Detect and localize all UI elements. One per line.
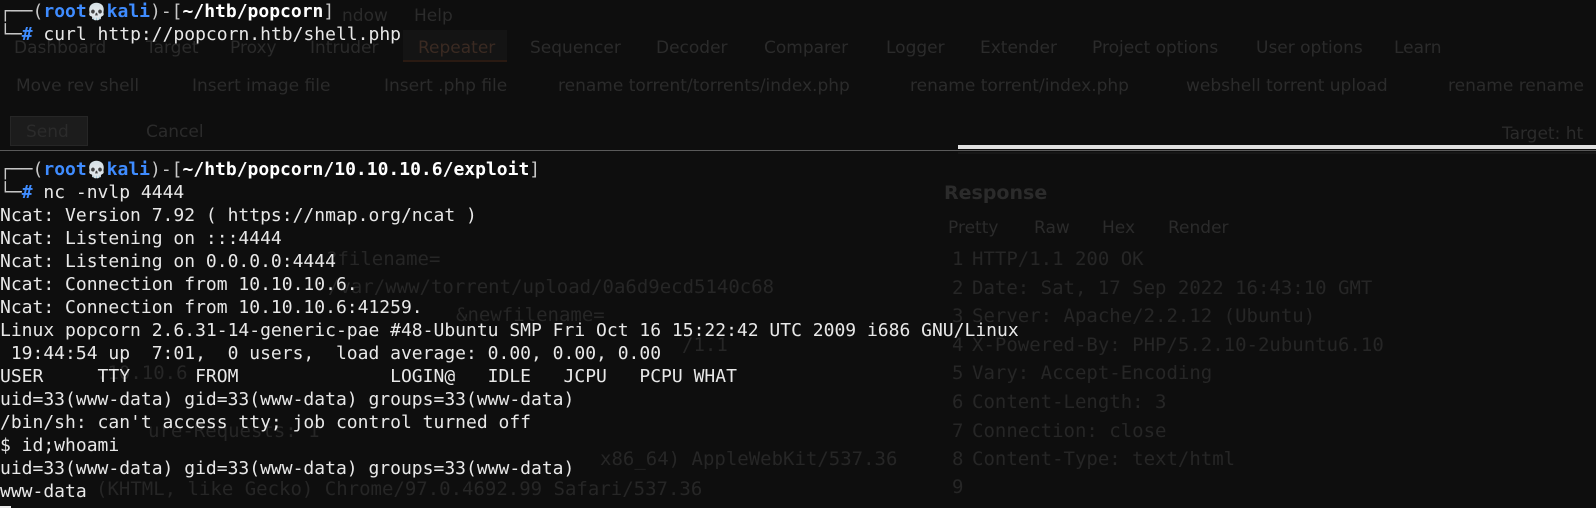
prompt-host: kali — [106, 1, 150, 22]
prompt-path: ~/htb/popcorn — [182, 1, 324, 22]
command-line: └─# curl http://popcorn.htb/shell.php — [0, 23, 401, 46]
output-line: Ncat: Connection from 10.10.10.6. — [0, 274, 358, 295]
prompt-hash: # — [21, 182, 33, 203]
prompt-box-end: ] — [323, 1, 335, 22]
command-text: nc -nvlp 4444 — [43, 182, 185, 203]
prompt-box-corner: ┌──( — [0, 159, 44, 180]
cursor-line — [0, 486, 11, 508]
output-line: Ncat: Connection from 10.10.10.6:41259. — [0, 297, 423, 318]
skull-icon: 💀 — [86, 160, 107, 179]
output-line: Ncat: Version 7.92 ( https://nmap.org/nc… — [0, 205, 477, 226]
terminal-window[interactable]: ┌──(root💀kali)-[~/htb/popcorn] └─# curl … — [0, 0, 1596, 508]
output-line: Ncat: Listening on :::4444 — [0, 228, 282, 249]
prompt-user: root — [43, 1, 87, 22]
output-line: uid=33(www-data) gid=33(www-data) groups… — [0, 458, 575, 479]
prompt-hash: # — [21, 24, 33, 45]
output-line: www-data — [0, 481, 87, 502]
output-line: /bin/sh: can't access tty; job control t… — [0, 412, 532, 433]
command-text: curl http://popcorn.htb/shell.php — [43, 24, 401, 45]
command-line: └─# nc -nvlp 4444 — [0, 181, 184, 204]
prompt-box-corner: └─ — [0, 182, 22, 203]
prompt-box-corner: └─ — [0, 24, 22, 45]
prompt-user: root — [43, 159, 87, 180]
skull-icon: 💀 — [86, 2, 107, 21]
output-line: Ncat: Listening on 0.0.0.0:4444 — [0, 251, 336, 272]
prompt-line: ┌──(root💀kali)-[~/htb/popcorn] — [0, 0, 334, 23]
output-line: USER TTY FROM LOGIN@ IDLE JCPU PCPU WHAT — [0, 366, 737, 387]
output-line: uid=33(www-data) gid=33(www-data) groups… — [0, 389, 575, 410]
output-line: 19:44:54 up 7:01, 0 users, load average:… — [0, 343, 662, 364]
prompt-box-separator: )-[ — [150, 159, 183, 180]
prompt-box-end: ] — [529, 159, 541, 180]
prompt-box-corner: ┌──( — [0, 1, 44, 22]
prompt-host: kali — [106, 159, 150, 180]
prompt-path: ~/htb/popcorn/10.10.10.6/exploit — [182, 159, 530, 180]
prompt-box-separator: )-[ — [150, 1, 183, 22]
output-line: $ id;whoami — [0, 435, 120, 456]
prompt-line: ┌──(root💀kali)-[~/htb/popcorn/10.10.10.6… — [0, 158, 540, 181]
output-line: Linux popcorn 2.6.31-14-generic-pae #48-… — [0, 320, 1019, 341]
